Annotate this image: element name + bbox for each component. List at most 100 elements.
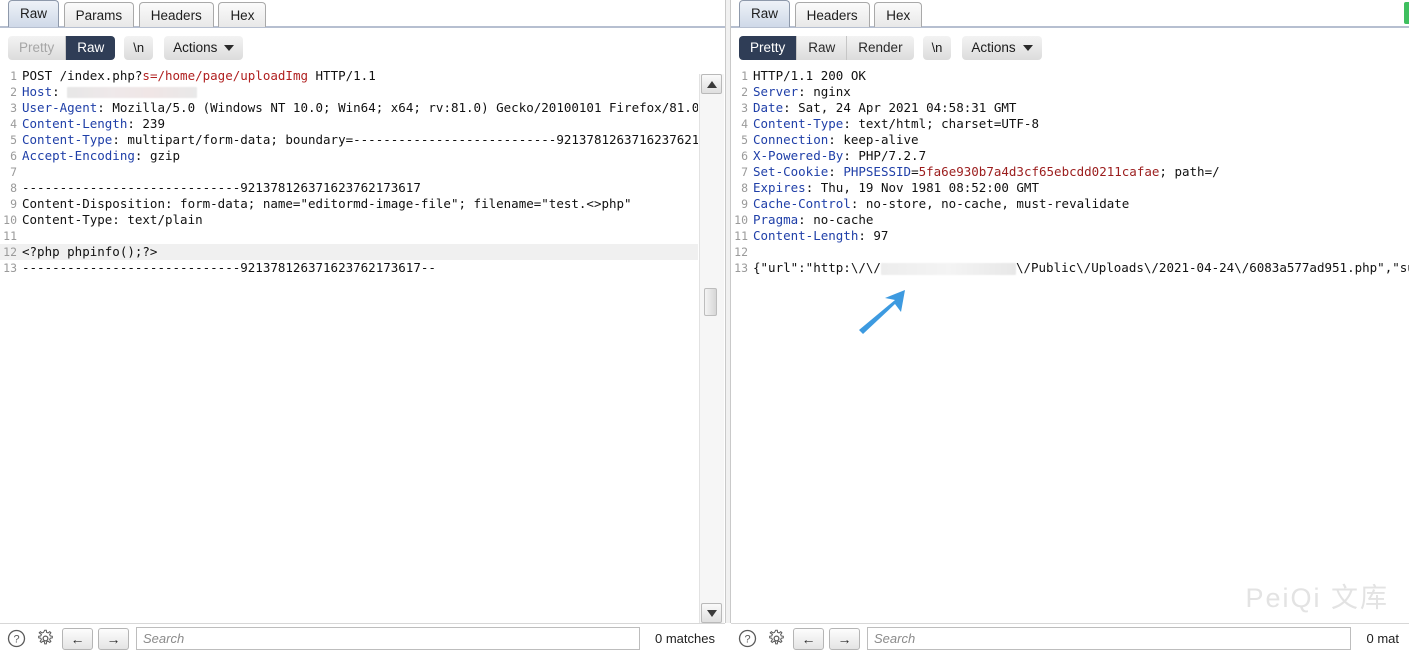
code-text: X-Powered-By bbox=[753, 148, 844, 163]
redacted-value bbox=[880, 262, 1016, 275]
request-view-mode-group: Pretty Raw bbox=[8, 36, 116, 60]
request-raw-button[interactable]: Raw bbox=[66, 36, 116, 60]
code-text: : Sat, 24 Apr 2021 04:58:31 GMT bbox=[783, 100, 1017, 115]
search-forward-button[interactable]: → bbox=[98, 627, 129, 650]
request-tabstrip: Raw Params Headers Hex bbox=[0, 0, 725, 28]
code-line: 12 <?php phpinfo();?> bbox=[0, 244, 698, 260]
code-text: \/Public\/Uploads\/2021-04-24\/6083a577a… bbox=[1015, 260, 1409, 275]
response-search-input[interactable]: Search bbox=[867, 627, 1352, 650]
request-tab-headers[interactable]: Headers bbox=[138, 2, 214, 27]
request-tab-raw[interactable]: Raw bbox=[8, 0, 60, 27]
code-line: 9 Cache-Control: no-store, no-cache, must… bbox=[731, 196, 1409, 212]
response-search-placeholder: Search bbox=[874, 631, 916, 646]
redacted-value bbox=[67, 87, 198, 98]
code-text: Content-Disposition: form-data; name="ed… bbox=[22, 196, 632, 211]
chevron-down-icon bbox=[1022, 45, 1033, 51]
request-actions-button[interactable]: Actions bbox=[164, 36, 244, 60]
response-raw-button[interactable]: Raw bbox=[797, 36, 848, 60]
gear-icon[interactable] bbox=[764, 627, 788, 651]
line-number: 11 bbox=[734, 229, 748, 243]
request-panel: Raw Params Headers Hex Pretty Raw \n Act… bbox=[0, 0, 725, 653]
code-text: User-Agent bbox=[22, 100, 98, 115]
code-text: HTTP/1.1 bbox=[308, 68, 376, 83]
line-number: 8 bbox=[741, 181, 748, 195]
code-line: 8 Expires: Thu, 19 Nov 1981 08:52:00 GMT bbox=[731, 180, 1409, 196]
response-tabstrip: Raw Headers Hex bbox=[731, 0, 1409, 28]
code-line: 8 -----------------------------9213781263… bbox=[0, 180, 698, 196]
code-line: 13 {"url":"http:\/\/ \/Public\/Uploads\/20… bbox=[731, 260, 1409, 276]
code-text: Server bbox=[753, 84, 799, 99]
code-text: -----------------------------92137812637… bbox=[22, 180, 421, 195]
help-icon[interactable]: ? bbox=[4, 627, 28, 651]
code-text: Cache-Control bbox=[753, 196, 851, 211]
response-pretty-button[interactable]: Pretty bbox=[739, 36, 798, 60]
scroll-down-button[interactable] bbox=[701, 603, 722, 623]
line-number: 2 bbox=[741, 85, 748, 99]
help-icon[interactable]: ? bbox=[735, 627, 759, 651]
code-text: Content-Type bbox=[753, 116, 844, 131]
line-number: 2 bbox=[10, 85, 17, 99]
code-text: Host bbox=[22, 84, 53, 99]
code-text: : PHP/7.2.7 bbox=[843, 148, 927, 163]
search-back-button[interactable]: ← bbox=[793, 627, 824, 650]
code-text: : Thu, 19 Nov 1981 08:52:00 GMT bbox=[805, 180, 1039, 195]
code-line: 6 Accept-Encoding: gzip bbox=[0, 148, 698, 164]
code-line: 5 Content-Type: multipart/form-data; boun… bbox=[0, 132, 698, 148]
code-text: = bbox=[911, 164, 919, 179]
arrow-down-icon bbox=[706, 609, 717, 617]
line-number: 9 bbox=[741, 197, 748, 211]
code-line: 4 Content-Length: 239 bbox=[0, 116, 698, 132]
request-vertical-scrollbar[interactable] bbox=[699, 74, 724, 623]
code-text: : bbox=[52, 84, 68, 99]
line-number: 10 bbox=[3, 213, 17, 227]
code-text: {"url":"http:\/\/ bbox=[753, 260, 881, 275]
gear-icon[interactable] bbox=[33, 627, 57, 651]
code-text: =/home/page/uploadImg bbox=[149, 68, 308, 83]
code-text: : 239 bbox=[127, 116, 165, 131]
response-actions-label: Actions bbox=[971, 40, 1016, 55]
line-number: 1 bbox=[741, 69, 748, 83]
line-number: 12 bbox=[3, 245, 17, 259]
search-forward-button[interactable]: → bbox=[829, 627, 860, 650]
request-match-count: 0 matches bbox=[655, 631, 715, 646]
code-text: Set-Cookie bbox=[753, 164, 829, 179]
response-newline-button[interactable]: \n bbox=[922, 36, 952, 60]
request-newline-button[interactable]: \n bbox=[124, 36, 154, 60]
code-text: Content-Type: text/plain bbox=[22, 212, 203, 227]
code-text: : gzip bbox=[134, 148, 181, 163]
line-number: 5 bbox=[741, 133, 748, 147]
response-render-button[interactable]: Render bbox=[847, 36, 914, 60]
code-line: 10 Pragma: no-cache bbox=[731, 212, 1409, 228]
code-line: 11 Content-Length: 97 bbox=[731, 228, 1409, 244]
code-text: Pragma bbox=[753, 212, 799, 227]
response-actions-button[interactable]: Actions bbox=[962, 36, 1042, 60]
code-text: : multipart/form-data; boundary=--------… bbox=[112, 132, 698, 147]
request-tab-params[interactable]: Params bbox=[63, 2, 135, 27]
code-line: 12 bbox=[731, 244, 1409, 260]
request-search-input[interactable]: Search bbox=[136, 627, 641, 650]
code-text: Expires bbox=[753, 180, 806, 195]
request-code-view[interactable]: 1 POST /index.php?s=/home/page/uploadImg … bbox=[0, 68, 698, 623]
response-tab-raw[interactable]: Raw bbox=[739, 0, 791, 27]
scroll-up-button[interactable] bbox=[701, 74, 722, 94]
scrollbar-thumb[interactable] bbox=[704, 288, 717, 316]
line-number: 3 bbox=[741, 101, 748, 115]
request-search-placeholder: Search bbox=[143, 631, 185, 646]
response-bottom-bar: ? ← → Search 0 mat bbox=[731, 623, 1409, 653]
code-line: 11 bbox=[0, 228, 698, 244]
response-view-mode-group: Pretty Raw Render bbox=[739, 36, 914, 60]
request-pretty-button[interactable]: Pretty bbox=[8, 36, 67, 60]
code-text: : text/html; charset=UTF-8 bbox=[843, 116, 1039, 131]
response-tab-hex[interactable]: Hex bbox=[874, 2, 923, 27]
code-text: ; path=/ bbox=[1159, 164, 1220, 179]
search-back-button[interactable]: ← bbox=[62, 627, 93, 650]
response-tab-headers[interactable]: Headers bbox=[794, 2, 870, 27]
response-code-view[interactable]: 1 HTTP/1.1 200 OK 2 Server: nginx 3 Date: Sat… bbox=[731, 68, 1409, 623]
line-number: 7 bbox=[741, 165, 748, 179]
request-tab-hex[interactable]: Hex bbox=[218, 2, 267, 27]
code-text: Content-Length bbox=[22, 116, 128, 131]
code-line: 13 -----------------------------921378126… bbox=[0, 260, 698, 276]
line-number: 3 bbox=[10, 101, 17, 115]
watermark: PeiQi 文库 bbox=[1245, 583, 1389, 613]
request-actions-label: Actions bbox=[173, 40, 218, 55]
